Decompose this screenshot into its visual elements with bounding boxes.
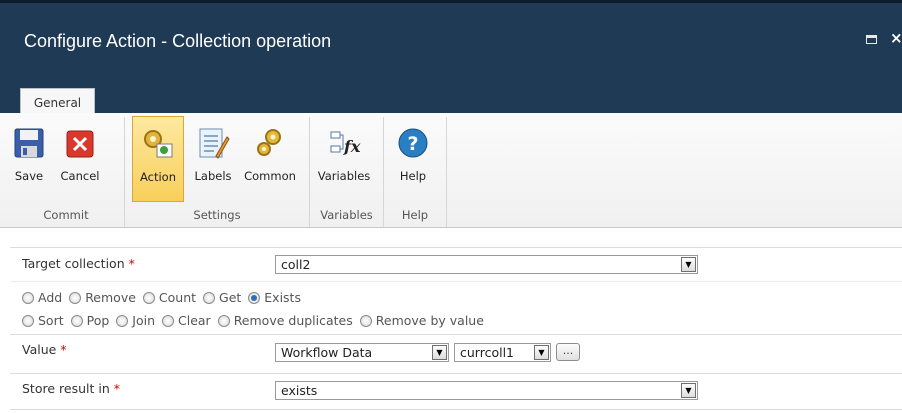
dialog-title: Configure Action - Collection operation [24,31,332,51]
variables-fx-icon: fx [330,131,361,156]
radio-option-remove[interactable]: Remove [69,290,136,305]
save-label: Save [14,169,44,183]
required-marker: * [113,381,120,396]
divider [10,334,902,335]
required-marker: * [60,342,67,357]
radio-option-pop[interactable]: Pop [70,313,110,328]
radio-label: Add [38,290,63,305]
radio-button[interactable] [203,292,216,304]
radio-option-count[interactable]: Count [142,290,197,305]
store-result-text: Store result in [22,381,110,396]
radio-button[interactable] [116,315,129,327]
common-button[interactable]: Common [240,116,300,202]
value-source-select[interactable]: Workflow Data ▼ [275,343,449,362]
divider [10,281,902,282]
close-icon[interactable]: × [890,29,902,47]
help-label: Help [399,169,427,183]
group-settings-label: Settings [193,208,241,222]
maximize-icon[interactable] [866,35,877,44]
ribbon: Save Cancel Commit Action Labels Common … [0,113,902,228]
radio-label: Remove by value [375,313,484,328]
svg-text:fx: fx [343,137,361,156]
operation-radio-row-2: Sort Pop Join Clear Remove duplicates Re… [22,313,487,328]
radio-option-remove-duplicates[interactable]: Remove duplicates [217,313,353,328]
labels-label: Labels [194,169,232,183]
radio-button[interactable] [70,315,83,327]
store-result-value: exists [281,383,318,398]
radio-label: Clear [178,313,211,328]
common-gears-icon [257,129,281,156]
radio-label: Exists [264,290,301,305]
chevron-down-icon[interactable]: ▼ [681,257,696,272]
form-area: Target collection * coll2 ▼ Add Remove C… [0,229,902,413]
operation-radio-row-1: Add Remove Count Get Exists [22,290,304,305]
radio-button[interactable] [22,292,34,304]
chevron-down-icon[interactable]: ▼ [534,345,549,360]
cancel-icon [66,130,94,158]
radio-label: Count [158,290,197,305]
value-text: Value [22,342,57,357]
radio-button[interactable] [22,315,34,327]
chevron-down-icon[interactable]: ▼ [432,345,447,360]
save-button[interactable]: Save [8,116,50,202]
radio-option-get[interactable]: Get [203,290,241,305]
help-button[interactable]: ? Help [390,116,436,202]
store-result-label: Store result in * [22,381,120,396]
value-variable-select[interactable]: currcoll1 ▼ [454,343,551,362]
variables-label: Variables [317,169,371,183]
value-label: Value * [22,342,67,357]
radio-button[interactable] [217,315,230,327]
group-variables-label: Variables [320,208,373,222]
radio-label: Remove duplicates [233,313,353,328]
store-result-select[interactable]: exists ▼ [275,381,698,400]
required-marker: * [128,256,135,271]
labels-button[interactable]: Labels [190,116,236,202]
radio-option-add[interactable]: Add [22,290,62,305]
radio-label: Get [219,290,242,305]
help-icon: ? [398,128,428,158]
cancel-label: Cancel [60,169,100,183]
group-commit-label: Commit [43,208,89,222]
save-icon [14,128,44,158]
target-collection-select[interactable]: coll2 ▼ [275,255,698,274]
svg-text:?: ? [407,133,418,155]
divider [10,373,902,374]
target-collection-value: coll2 [281,257,311,272]
ellipsis-button[interactable]: ... [556,343,580,361]
radio-button[interactable] [162,315,174,327]
target-collection-label: Target collection * [22,256,135,271]
group-help-label: Help [401,208,429,222]
title-bar: Configure Action - Collection operation … [0,0,902,118]
radio-button[interactable] [359,315,372,327]
group-separator [446,117,447,227]
radio-label: Pop [86,313,110,328]
radio-button[interactable] [142,292,155,304]
divider [10,409,902,410]
radio-button[interactable] [69,292,82,304]
action-button[interactable]: Action [132,116,184,202]
labels-notepad-icon [199,128,230,159]
action-gears-icon [144,130,173,158]
radio-option-clear[interactable]: Clear [162,313,211,328]
radio-label: Remove [85,290,136,305]
radio-label: Join [132,313,156,328]
cancel-button[interactable]: Cancel [54,116,106,202]
radio-option-remove-by-value[interactable]: Remove by value [359,313,484,328]
radio-option-exists[interactable]: Exists [248,290,301,305]
value-variable-value: currcoll1 [460,345,514,360]
common-label: Common [244,169,296,183]
radio-button-selected[interactable] [248,292,261,304]
chevron-down-icon[interactable]: ▼ [681,383,696,398]
radio-label: Sort [38,313,64,328]
value-source-value: Workflow Data [281,345,373,360]
radio-option-sort[interactable]: Sort [22,313,64,328]
variables-button[interactable]: fx Variables [314,116,374,202]
target-collection-text: Target collection [22,256,125,271]
action-label: Action [139,170,177,184]
divider [10,247,902,248]
radio-option-join[interactable]: Join [116,313,155,328]
